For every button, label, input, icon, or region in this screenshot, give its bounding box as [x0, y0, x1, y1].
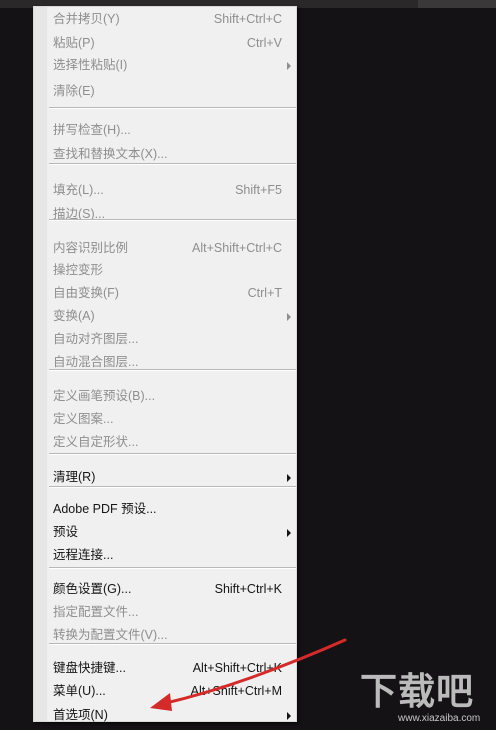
- arrow-shaft: [160, 638, 347, 706]
- red-arrow-annotation: [150, 638, 347, 711]
- watermark-logo: 下载吧: [360, 671, 474, 712]
- watermark-url: www.xiazaiba.com: [398, 713, 481, 724]
- watermark: 下载吧 www.xiazaiba.com: [360, 672, 492, 728]
- arrow-head: [150, 693, 172, 711]
